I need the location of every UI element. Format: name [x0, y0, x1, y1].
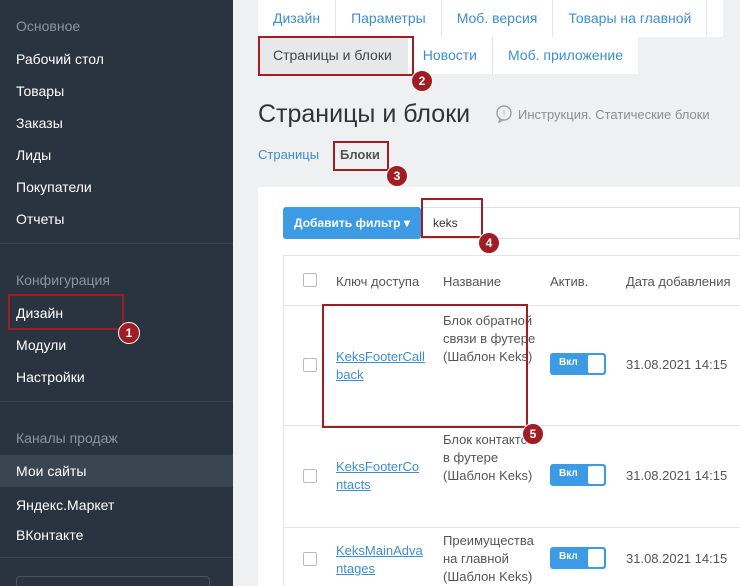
- sidebar-item-orders[interactable]: Заказы: [0, 107, 233, 139]
- add-filter-button[interactable]: Добавить фильтр ▾: [283, 207, 421, 239]
- sidebar-divider: [0, 557, 233, 558]
- annotation-badge-3: 3: [386, 165, 408, 187]
- subnav-pages[interactable]: Страницы: [258, 147, 319, 162]
- tab-news[interactable]: Новости: [408, 37, 493, 74]
- column-header-date[interactable]: Дата добавления: [626, 274, 731, 289]
- sidebar: Основное Рабочий стол Товары Заказы Лиды…: [0, 0, 233, 586]
- toggle-knob: [588, 466, 604, 484]
- sidebar-section-main: Основное: [16, 18, 81, 34]
- sidebar-bottom-field[interactable]: [16, 576, 210, 586]
- row-name: Преимущества на главной (Шаблон Keks): [443, 533, 534, 584]
- row-key-link[interactable]: KeksFooterContacts: [336, 458, 426, 494]
- sidebar-item-customers[interactable]: Покупатели: [0, 171, 233, 203]
- sidebar-item-yandex-market[interactable]: Яндекс.Маркет: [0, 489, 233, 521]
- row-date: 31.08.2021 14:15: [626, 468, 728, 483]
- annotation-badge-2: 2: [411, 70, 433, 92]
- tab-products-on-main[interactable]: Товары на главной: [553, 0, 708, 37]
- blocks-table: Ключ доступа Название Актив. Дата добавл…: [283, 255, 740, 586]
- sidebar-section-sales-channels: Каналы продаж: [16, 430, 118, 446]
- svg-text:!: !: [503, 109, 506, 119]
- active-toggle[interactable]: Вкл: [550, 464, 606, 486]
- subnav-blocks[interactable]: Блоки: [340, 147, 380, 162]
- row-name: Блок обратной связи в футере (Шаблон Kek…: [443, 313, 536, 364]
- table-row: KeksMainAdvantages Преимущества на главн…: [284, 528, 740, 586]
- row-key-link[interactable]: KeksMainAdvantages: [336, 542, 426, 578]
- active-toggle[interactable]: Вкл: [550, 353, 606, 375]
- annotation-badge-5: 5: [522, 423, 544, 445]
- sidebar-item-dashboard[interactable]: Рабочий стол: [0, 43, 233, 75]
- row-checkbox[interactable]: [303, 358, 317, 372]
- chat-bubble-icon: !: [496, 105, 512, 123]
- toggle-knob: [588, 355, 604, 373]
- tab-pages-and-blocks[interactable]: Страницы и блоки: [258, 37, 408, 74]
- column-header-name[interactable]: Название: [443, 274, 501, 289]
- active-toggle-label: Вкл: [559, 357, 578, 368]
- tabs-row-secondary: Страницы и блоки Новости Моб. приложение: [258, 37, 639, 74]
- sidebar-divider: [0, 243, 233, 244]
- tabs-row-primary: Дизайн Параметры Моб. версия Товары на г…: [258, 0, 724, 37]
- row-checkbox[interactable]: [303, 469, 317, 483]
- active-toggle-label: Вкл: [559, 551, 578, 562]
- sidebar-item-my-sites[interactable]: Мои сайты: [0, 455, 233, 487]
- active-toggle[interactable]: Вкл: [550, 547, 606, 569]
- search-input[interactable]: [421, 207, 740, 239]
- table-header: Ключ доступа Название Актив. Дата добавл…: [284, 256, 740, 306]
- active-toggle-label: Вкл: [559, 468, 578, 479]
- sidebar-section-configuration: Конфигурация: [16, 272, 110, 288]
- sidebar-divider: [0, 401, 233, 402]
- tab-mobile-app[interactable]: Моб. приложение: [493, 37, 638, 74]
- row-checkbox[interactable]: [303, 552, 317, 566]
- row-date: 31.08.2021 14:15: [626, 357, 728, 372]
- annotation-badge-1: 1: [118, 322, 140, 344]
- row-date: 31.08.2021 14:15: [626, 551, 728, 566]
- toggle-knob: [588, 549, 604, 567]
- column-header-active[interactable]: Актив.: [550, 274, 588, 289]
- row-key-link[interactable]: KeksFooterCallback: [336, 348, 426, 384]
- sidebar-item-leads[interactable]: Лиды: [0, 139, 233, 171]
- tab-more[interactable]: [707, 0, 723, 37]
- help-link[interactable]: ! Инструкция. Статические блоки: [495, 105, 710, 123]
- sidebar-item-reports[interactable]: Отчеты: [0, 203, 233, 235]
- sidebar-item-settings[interactable]: Настройки: [0, 361, 233, 393]
- table-row: KeksFooterCallback Блок обратной связи в…: [284, 306, 740, 426]
- column-header-key[interactable]: Ключ доступа: [336, 274, 419, 289]
- annotation-badge-4: 4: [478, 232, 500, 254]
- help-link-label: Инструкция. Статические блоки: [518, 106, 710, 122]
- page-title: Страницы и блоки: [258, 100, 471, 128]
- sidebar-item-modules[interactable]: Модули: [0, 329, 233, 361]
- select-all-checkbox[interactable]: [303, 273, 317, 287]
- sidebar-item-design[interactable]: Дизайн: [0, 297, 233, 329]
- tab-parameters[interactable]: Параметры: [336, 0, 442, 37]
- table-row: KeksFooterContacts Блок контактов в футе…: [284, 426, 740, 528]
- tab-mobile-version[interactable]: Моб. версия: [442, 0, 554, 37]
- sidebar-item-products[interactable]: Товары: [0, 75, 233, 107]
- sidebar-item-vkontakte[interactable]: ВКонтакте: [0, 519, 233, 551]
- tab-design[interactable]: Дизайн: [258, 0, 337, 37]
